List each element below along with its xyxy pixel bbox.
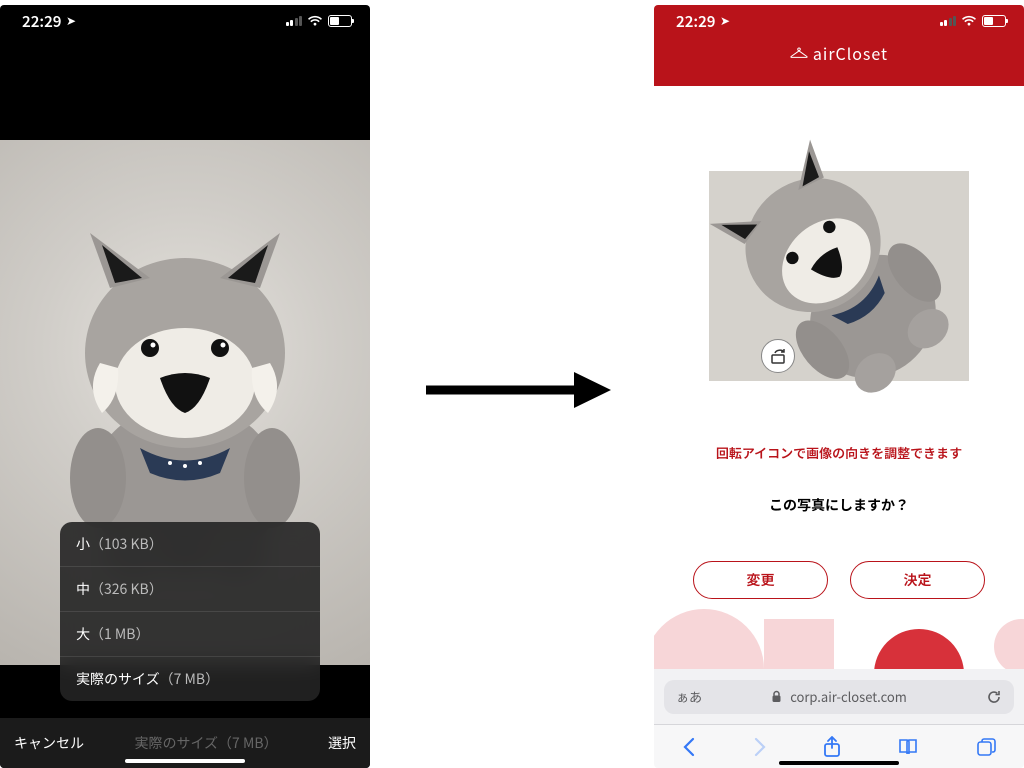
back-button[interactable] xyxy=(682,737,696,757)
share-button[interactable] xyxy=(823,736,841,758)
location-icon: ➤ xyxy=(720,12,730,29)
cancel-button[interactable]: キャンセル xyxy=(14,733,84,753)
forward-button[interactable] xyxy=(753,737,767,757)
battery-icon xyxy=(328,15,352,27)
hanger-icon xyxy=(790,47,808,59)
brand: airCloset xyxy=(654,41,1024,65)
decoration xyxy=(654,609,1024,669)
wifi-icon xyxy=(307,15,323,27)
size-option-medium[interactable]: 中（326 KB） xyxy=(60,567,320,612)
signal-icon xyxy=(286,16,303,26)
wolf-plush-image xyxy=(679,112,999,440)
size-option-small[interactable]: 小（103 KB） xyxy=(60,522,320,567)
rotate-button[interactable] xyxy=(761,339,795,373)
confirm-button[interactable]: 決定 xyxy=(850,561,985,599)
change-button[interactable]: 変更 xyxy=(693,561,828,599)
lock-icon xyxy=(771,690,782,703)
location-icon: ➤ xyxy=(66,12,76,29)
select-button[interactable]: 選択 xyxy=(328,733,356,753)
signal-icon xyxy=(940,16,957,26)
page-body: 回転アイコンで画像の向きを調整できます この写真にしますか？ 変更 決定 xyxy=(654,86,1024,669)
phone-left: 22:29 ➤ xyxy=(0,5,370,768)
confirm-question: この写真にしますか？ xyxy=(654,495,1024,515)
app-header: 22:29 ➤ airCloset xyxy=(654,5,1024,86)
status-right xyxy=(940,15,1007,27)
home-indicator[interactable] xyxy=(125,759,245,763)
rotate-icon xyxy=(769,348,787,364)
size-option-large[interactable]: 大（1 MB） xyxy=(60,612,320,657)
size-option-actual[interactable]: 実際のサイズ（7 MB） xyxy=(60,657,320,701)
wifi-icon xyxy=(961,15,977,27)
size-summary: 実際のサイズ（7 MB） xyxy=(134,733,277,753)
bookmarks-button[interactable] xyxy=(897,738,919,756)
status-time: 22:29 xyxy=(676,11,715,32)
home-indicator[interactable] xyxy=(779,761,899,765)
status-right xyxy=(286,15,353,27)
arrow-icon xyxy=(426,370,611,410)
reload-button[interactable] xyxy=(986,689,1002,705)
phone-right: 22:29 ➤ airCloset xyxy=(654,5,1024,768)
size-popup: 小（103 KB） 中（326 KB） 大（1 MB） 実際のサイズ（7 MB） xyxy=(60,522,320,701)
tabs-button[interactable] xyxy=(976,737,996,757)
status-time: 22:29 xyxy=(22,11,61,32)
address-bar[interactable]: ぁあ corp.air-closet.com xyxy=(654,669,1024,724)
battery-icon xyxy=(982,15,1006,27)
rotate-hint: 回転アイコンで画像の向きを調整できます xyxy=(654,443,1024,462)
image-preview xyxy=(709,171,969,381)
status-bar: 22:29 ➤ xyxy=(0,5,370,45)
aa-button[interactable]: ぁあ xyxy=(676,687,702,706)
url-text: corp.air-closet.com xyxy=(790,687,907,706)
